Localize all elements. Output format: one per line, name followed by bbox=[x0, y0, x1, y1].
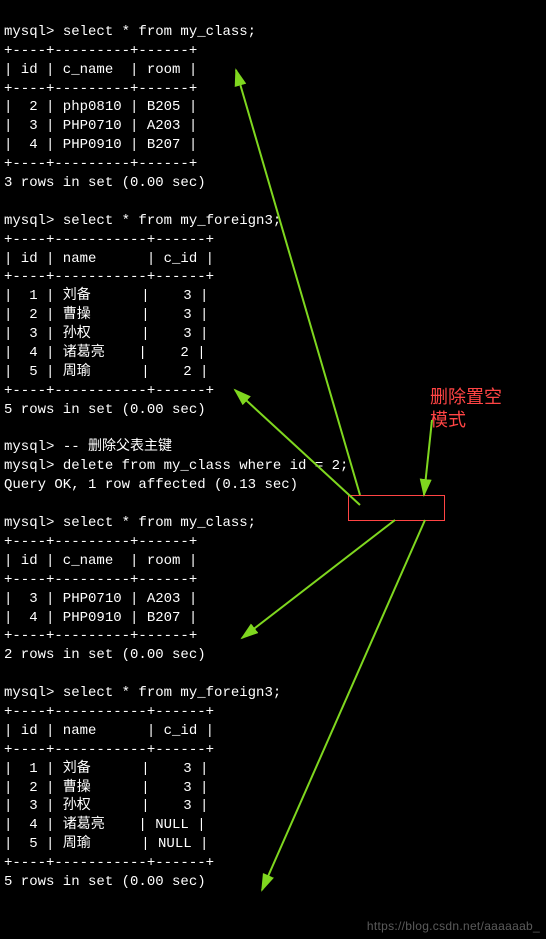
table-sep: +----+---------+------+ bbox=[4, 43, 197, 59]
prompt: mysql> bbox=[4, 515, 63, 531]
table-sep: +----+-----------+------+ bbox=[4, 742, 214, 758]
table-sep: +----+---------+------+ bbox=[4, 534, 197, 550]
table-sep: +----+---------+------+ bbox=[4, 628, 197, 644]
sql-query: select * from my_foreign3; bbox=[63, 213, 281, 229]
table-row: | 3 | 孙权 | 3 | bbox=[4, 798, 208, 814]
sql-comment: -- 删除父表主键 bbox=[63, 439, 172, 455]
watermark: https://blog.csdn.net/aaaaaab_ bbox=[367, 919, 540, 933]
result-summary: 3 rows in set (0.00 sec) bbox=[4, 175, 206, 191]
table-row: | 3 | PHP0710 | A203 | bbox=[4, 118, 197, 134]
table-sep: +----+---------+------+ bbox=[4, 156, 197, 172]
table-row: | 5 | 周瑜 | 2 | bbox=[4, 364, 208, 380]
table-row: | 1 | 刘备 | 3 | bbox=[4, 761, 208, 777]
table-row: | 4 | PHP0910 | B207 | bbox=[4, 137, 197, 153]
table-row: | 2 | php0810 | B205 | bbox=[4, 99, 197, 115]
result-summary: 2 rows in set (0.00 sec) bbox=[4, 647, 206, 663]
annotation-line: 删除置空 bbox=[430, 387, 502, 407]
table-sep: +----+-----------+------+ bbox=[4, 855, 214, 871]
table-row: | 1 | 刘备 | 3 | bbox=[4, 288, 208, 304]
result-summary: Query OK, 1 row affected (0.13 sec) bbox=[4, 477, 298, 493]
prompt: mysql> bbox=[4, 685, 63, 701]
terminal-output: mysql> select * from my_class; +----+---… bbox=[0, 0, 546, 915]
prompt: mysql> bbox=[4, 458, 63, 474]
table-header: | id | name | c_id | bbox=[4, 251, 214, 267]
result-summary: 5 rows in set (0.00 sec) bbox=[4, 874, 206, 890]
sql-query: select * from my_foreign3; bbox=[63, 685, 281, 701]
table-sep: +----+-----------+------+ bbox=[4, 269, 214, 285]
table-header: | id | c_name | room | bbox=[4, 62, 197, 78]
table-sep: +----+---------+------+ bbox=[4, 81, 197, 97]
table-sep: +----+-----------+------+ bbox=[4, 232, 214, 248]
sql-query: select * from my_class; bbox=[63, 515, 256, 531]
table-sep: +----+-----------+------+ bbox=[4, 704, 214, 720]
sql-query: delete from my_class where id = 2; bbox=[63, 458, 349, 474]
table-sep: +----+-----------+------+ bbox=[4, 383, 214, 399]
table-row: | 3 | 孙权 | 3 | bbox=[4, 326, 208, 342]
table-row: | 4 | 诸葛亮 | NULL | bbox=[4, 817, 206, 833]
table-row: | 2 | 曹操 | 3 | bbox=[4, 780, 208, 796]
table-row: | 3 | PHP0710 | A203 | bbox=[4, 591, 197, 607]
sql-query: select * from my_class; bbox=[63, 24, 256, 40]
prompt: mysql> bbox=[4, 213, 63, 229]
annotation-line: 模式 bbox=[430, 410, 466, 430]
table-row: | 4 | 诸葛亮 | 2 | bbox=[4, 345, 206, 361]
prompt: mysql> bbox=[4, 439, 63, 455]
table-row: | 2 | 曹操 | 3 | bbox=[4, 307, 208, 323]
annotation-label: 删除置空 模式 bbox=[430, 386, 502, 433]
prompt: mysql> bbox=[4, 24, 63, 40]
table-row: | 4 | PHP0910 | B207 | bbox=[4, 610, 197, 626]
table-sep: +----+---------+------+ bbox=[4, 572, 197, 588]
result-summary: 5 rows in set (0.00 sec) bbox=[4, 402, 206, 418]
table-header: | id | name | c_id | bbox=[4, 723, 214, 739]
annotation-highlight-box bbox=[348, 495, 445, 521]
table-header: | id | c_name | room | bbox=[4, 553, 197, 569]
table-row: | 5 | 周瑜 | NULL | bbox=[4, 836, 208, 852]
